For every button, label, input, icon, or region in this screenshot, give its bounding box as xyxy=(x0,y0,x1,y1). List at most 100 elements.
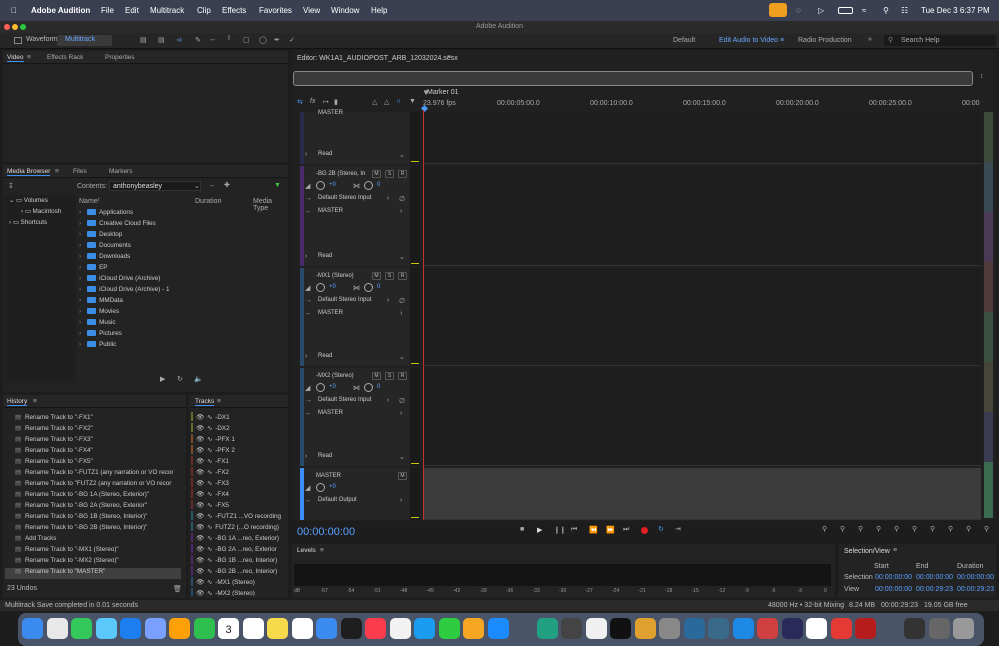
tab-effects-rack[interactable]: Effects Rack xyxy=(47,54,83,61)
dock-app-icon[interactable] xyxy=(904,618,925,639)
history-item[interactable]: ▤ Rename Track to "-BG 1A (Stereo, Exteri… xyxy=(5,491,181,502)
pan-knob[interactable] xyxy=(364,283,373,292)
dock-app-icon[interactable] xyxy=(585,618,607,639)
workspace-menu-icon[interactable]: ≡ xyxy=(780,37,784,44)
menu-edit[interactable]: Edit xyxy=(125,6,139,15)
track-list-item[interactable]: 👁 ∿ -FX3 xyxy=(191,478,229,489)
dock-app-icon[interactable] xyxy=(610,618,631,639)
automation-mode-dropdown[interactable]: Read xyxy=(318,151,332,157)
output-dropdown[interactable]: Default Output xyxy=(318,497,357,503)
automation-mode-dropdown[interactable]: Read xyxy=(318,453,332,459)
pan-value[interactable]: 0 xyxy=(377,384,380,390)
input-dropdown[interactable]: Default Stereo Input xyxy=(318,195,371,201)
eye-icon[interactable]: 👁 xyxy=(196,414,204,421)
tab-levels[interactable]: Levels xyxy=(297,547,316,554)
history-item[interactable]: ▤ Rename Track to "-MX1 (Stereo)" xyxy=(5,546,181,557)
solo-button[interactable]: S xyxy=(385,372,394,380)
eye-icon[interactable]: 👁 xyxy=(196,546,204,553)
history-item[interactable]: ▤ Rename Track to "FUTZ2 (any narration o… xyxy=(5,480,181,491)
track-list-item[interactable]: 👁 ∿ -PFX 1 xyxy=(191,434,235,445)
mic-status-icon[interactable] xyxy=(769,3,787,17)
history-item[interactable]: ▤ Rename Track to "-FX2" xyxy=(5,425,181,436)
history-item[interactable]: ▤ Rename Track to "-FX4" xyxy=(5,447,181,458)
col-name[interactable]: Name xyxy=(79,198,98,205)
output-dropdown[interactable]: MASTER xyxy=(318,410,343,416)
dock-app-icon[interactable] xyxy=(830,618,852,639)
media-item[interactable]: › Documents xyxy=(79,242,131,253)
expand-automation-icon[interactable]: › xyxy=(305,453,307,460)
volume-value[interactable]: +0 xyxy=(329,384,336,390)
dock-app-icon[interactable] xyxy=(683,618,705,639)
dock-app-icon[interactable] xyxy=(46,618,68,639)
track-header[interactable]: MASTERMS◢+0←Default Output› xyxy=(300,468,420,520)
automation-mode-dropdown[interactable]: Read xyxy=(318,353,332,359)
menu-app-name[interactable]: Adobe Audition xyxy=(31,6,90,15)
dock-app-icon[interactable] xyxy=(71,618,92,639)
eye-icon[interactable]: 👁 xyxy=(196,447,204,454)
pause-button[interactable]: ❙❙ xyxy=(554,526,566,534)
zoom-out-time-icon[interactable]: ⚲ xyxy=(876,525,881,533)
time-display[interactable]: 00:00:00:00 xyxy=(297,526,355,538)
track-list-item[interactable]: 👁 ∿ -BG 1A ...reo, Exterior) xyxy=(191,533,279,544)
solo-button[interactable]: S xyxy=(385,170,394,178)
track-header[interactable]: -MX1 (Stereo) M S R ◢ +0 ⋈ 0 → Default Stereo Inp… xyxy=(300,268,420,366)
input-dropdown[interactable]: Default Stereo Input xyxy=(318,397,371,403)
eye-icon[interactable]: 👁 xyxy=(196,491,204,498)
add-shortcut-icon[interactable]: ✚ xyxy=(224,181,230,189)
skip-next-button[interactable]: ⏭ xyxy=(623,526,629,534)
dock-app-icon[interactable] xyxy=(953,618,974,639)
dock-app-icon[interactable] xyxy=(438,618,460,639)
track-list-item[interactable]: 👁 ∿ -FUTZ1 ...VO recording xyxy=(191,511,281,522)
overview-scroll-bar[interactable] xyxy=(293,71,973,86)
media-item[interactable]: › Applications xyxy=(79,209,133,220)
apple-icon[interactable]:  xyxy=(11,6,17,15)
dock-app-icon[interactable] xyxy=(291,618,313,639)
marker-tool-icon[interactable]: ▼ xyxy=(409,98,416,105)
track-list-item[interactable]: 👁 ∿ -BG 1B ...reo, Interior) xyxy=(191,555,277,566)
history-item[interactable]: ▤ Rename Track to "-FX3" xyxy=(5,436,181,447)
history-item[interactable]: ▤ Rename Track to "-BG 2B (Stereo, Interi… xyxy=(5,524,181,535)
menu-multitrack[interactable]: Multitrack xyxy=(150,6,184,15)
spot-healing-tool-icon[interactable]: ✓ xyxy=(289,36,295,44)
track-list-item[interactable]: 👁 ∿ -DX1 xyxy=(191,412,230,423)
solo-button[interactable]: S xyxy=(385,272,394,280)
track-list-item[interactable]: 👁 ∿ -BG 2B ...reo, Interior) xyxy=(191,566,277,577)
move-tool-icon[interactable]: ➪ xyxy=(177,36,183,44)
tab-files[interactable]: Files xyxy=(73,168,87,175)
dock-app-icon[interactable] xyxy=(414,618,435,639)
eye-icon[interactable]: 👁 xyxy=(196,458,204,465)
eye-icon[interactable]: 👁 xyxy=(196,524,204,531)
play-preview-icon[interactable]: ▶ xyxy=(160,375,165,383)
track-lane[interactable] xyxy=(424,468,981,520)
track-lane[interactable] xyxy=(424,112,981,164)
volume-knob[interactable] xyxy=(316,483,325,492)
media-browser-menu-icon[interactable]: ≡ xyxy=(55,168,59,175)
track-list-item[interactable]: 👁 ∿ -PFX 2 xyxy=(191,445,235,456)
volume-knob[interactable] xyxy=(316,283,325,292)
lasso-tool-icon[interactable]: ◯ xyxy=(259,36,267,44)
selection-view-menu-icon[interactable]: ≡ xyxy=(893,547,897,554)
history-item[interactable]: ▤ Rename Track to "-FUTZ1 (any narration … xyxy=(5,469,181,480)
eye-icon[interactable]: 👁 xyxy=(196,513,204,520)
media-item[interactable]: › EP xyxy=(79,264,108,275)
dock-app-icon[interactable] xyxy=(732,618,754,639)
eye-icon[interactable]: 👁 xyxy=(196,502,204,509)
track-header[interactable]: -BG 2B (Stereo, In M S R ◢ +0 ⋈ 0 → Default Stere… xyxy=(300,166,420,266)
metronome-icon[interactable]: △ xyxy=(372,98,377,106)
pan-knob[interactable] xyxy=(364,383,373,392)
video-panel-menu-icon[interactable]: ≡ xyxy=(27,54,31,61)
play-button[interactable]: ▶ xyxy=(537,526,542,534)
time-selection-tool-icon[interactable]: I xyxy=(228,35,230,42)
dock-app-icon[interactable] xyxy=(22,618,43,639)
dock-app-icon[interactable] xyxy=(267,618,288,639)
track-name[interactable]: MASTER xyxy=(316,473,341,479)
dock-app-icon[interactable] xyxy=(806,618,827,639)
pan-value[interactable]: 0 xyxy=(377,284,380,290)
track-list-item[interactable]: 👁 ∿ -DX2 xyxy=(191,423,230,434)
volume-value[interactable]: +0 xyxy=(329,182,336,188)
workspace-radio-production[interactable]: Radio Production xyxy=(798,37,852,44)
eye-icon[interactable]: 👁 xyxy=(196,535,204,542)
arm-record-button[interactable]: R xyxy=(398,272,407,280)
fast-forward-button[interactable]: ⏩ xyxy=(606,526,615,534)
tab-video[interactable]: Video xyxy=(7,54,24,62)
